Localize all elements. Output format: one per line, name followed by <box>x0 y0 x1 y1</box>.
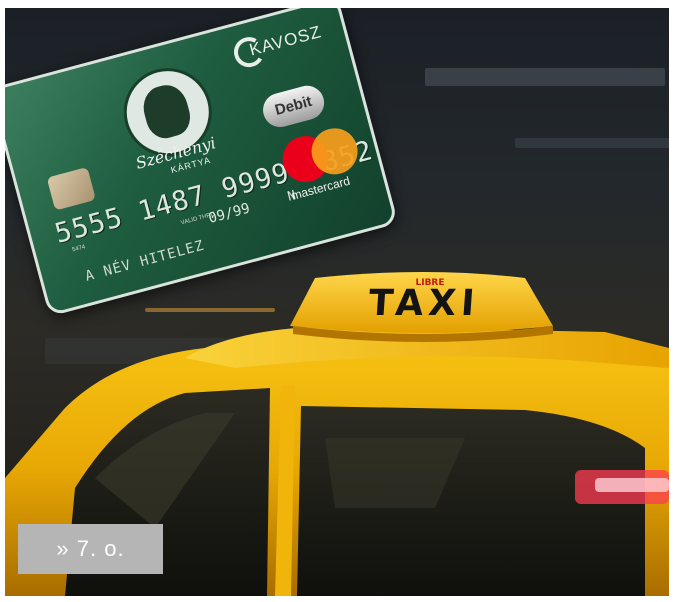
debit-badge: Debit <box>259 81 328 131</box>
card-chip <box>46 166 96 211</box>
taxi-roof-sign: LIBRE TAXI <box>290 271 558 337</box>
card-holder: A NÉV HITELEZ <box>83 237 207 285</box>
page-reference-badge[interactable]: » 7. o. <box>18 524 163 574</box>
sign-taxi-label: TAXI <box>367 283 481 324</box>
card-brand: KAVOSZ <box>247 22 324 60</box>
portrait-figure <box>138 80 195 143</box>
taxi-photo: LIBRE TAXI KAVOSZ Széchenyi KÁRTYA Debit… <box>5 8 669 596</box>
mastercard-logo-icon <box>277 123 363 188</box>
